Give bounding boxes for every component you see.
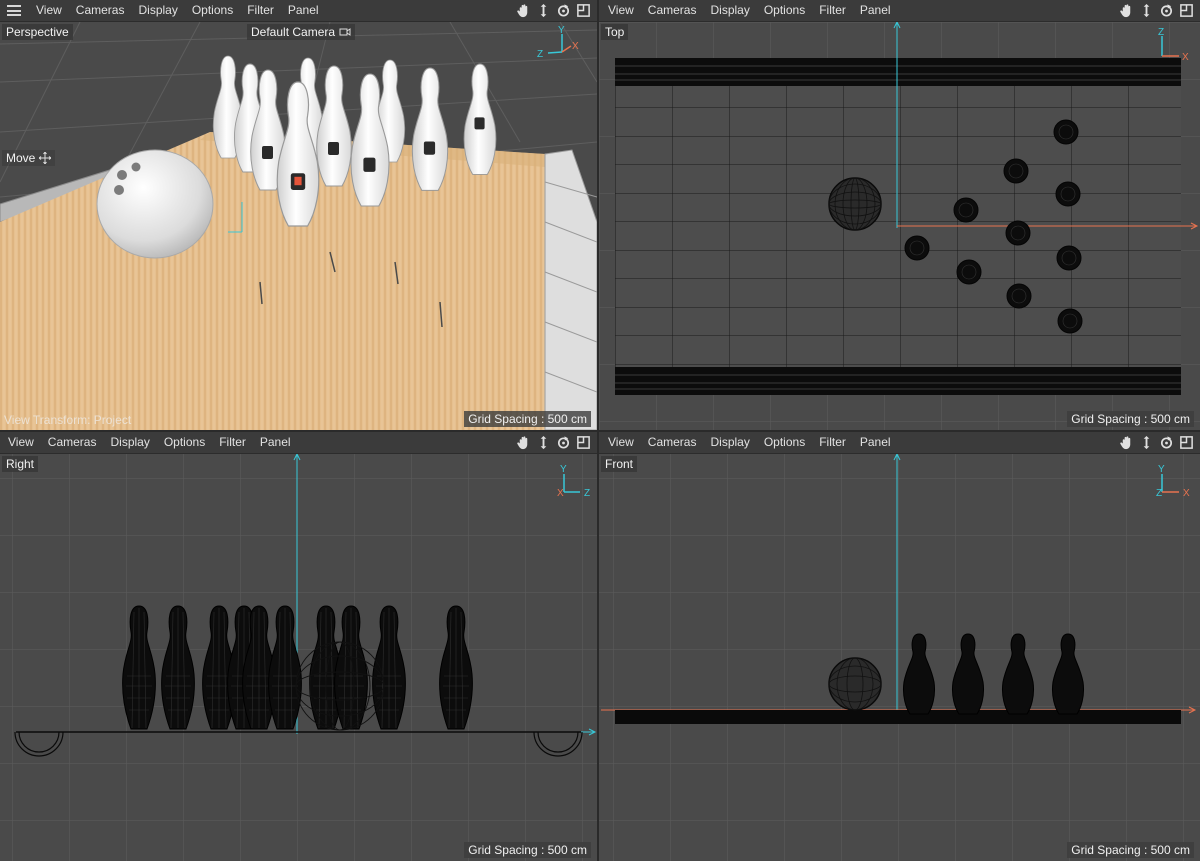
viewport-top[interactable]: View Cameras Display Options Filter Pane… [599,0,1200,430]
grid-spacing-label: Grid Spacing : 500 cm [1067,411,1194,427]
viewport-menubar: View Cameras Display Options Filter Pane… [599,0,1200,22]
move-tool-icon [39,152,52,164]
bowling-ball [96,149,214,259]
ball-wireframe [828,177,882,231]
maximize-icon[interactable] [576,435,591,450]
menu-view[interactable]: View [601,432,641,453]
front-scene: Y Z X [599,454,1200,861]
viewport-menubar: View Cameras Display Options Filter Pane… [599,432,1200,454]
hand-pan-icon[interactable] [516,3,531,18]
axis-x-label: X [1183,488,1190,499]
menu-cameras[interactable]: Cameras [41,432,104,453]
menu-filter[interactable]: Filter [212,432,253,453]
axis-y-label: Y [1158,464,1165,475]
viewport-menubar: View Cameras Display Options Filter Pane… [0,432,597,454]
perspective-canvas[interactable]: Y Z X [0,22,597,430]
menu-view[interactable]: View [29,0,69,21]
viewport-right[interactable]: View Cameras Display Options Filter Pane… [0,432,597,861]
menu-cameras[interactable]: Cameras [69,0,132,21]
move-arrows-icon[interactable] [536,435,551,450]
move-arrows-icon[interactable] [1139,435,1154,450]
camera-icon [339,28,351,36]
rotate-icon[interactable] [1159,435,1174,450]
menu-filter[interactable]: Filter [812,432,853,453]
axis-y-label: Y [558,25,565,36]
viewport-menubar: View Cameras Display Options Filter Pane… [0,0,597,22]
menu-display[interactable]: Display [703,432,756,453]
menu-panel[interactable]: Panel [281,0,326,21]
grid-spacing-label: Grid Spacing : 500 cm [464,842,591,858]
viewport-label-front: Front [601,456,638,472]
axis-x-label: X [557,488,564,499]
menu-view[interactable]: View [601,0,641,21]
menu-cameras[interactable]: Cameras [641,0,704,21]
menu-display[interactable]: Display [703,0,756,21]
right-canvas[interactable]: Y X Z [0,454,597,861]
front-canvas[interactable]: Y Z X [599,454,1200,861]
menu-filter[interactable]: Filter [812,0,853,21]
grid-spacing-label: Grid Spacing : 500 cm [1067,842,1194,858]
move-arrows-icon[interactable] [1139,3,1154,18]
rotate-icon[interactable] [556,3,571,18]
menu-options[interactable]: Options [757,0,812,21]
menu-options[interactable]: Options [757,432,812,453]
viewport-label-perspective: Perspective [2,24,73,40]
right-scene: Y X Z [0,454,597,861]
menu-panel[interactable]: Panel [853,432,898,453]
top-scene: Z X [599,22,1200,430]
move-arrows-icon[interactable] [536,3,551,18]
hand-pan-icon[interactable] [1119,3,1134,18]
menu-options[interactable]: Options [185,0,240,21]
axis-z-label: Z [1158,27,1164,38]
maximize-icon[interactable] [1179,3,1194,18]
menu-panel[interactable]: Panel [253,432,298,453]
hamburger-menu-icon[interactable] [7,5,21,16]
viewport-front[interactable]: View Cameras Display Options Filter Pane… [599,432,1200,861]
ball-front-wireframe [828,657,882,711]
axis-x-label: X [1182,52,1189,63]
menu-view[interactable]: View [1,432,41,453]
menu-display[interactable]: Display [131,0,184,21]
rotate-icon[interactable] [556,435,571,450]
menu-display[interactable]: Display [103,432,156,453]
grid-spacing-label: Grid Spacing : 500 cm [464,411,591,427]
top-canvas[interactable]: Z X [599,22,1200,430]
camera-selector[interactable]: Default Camera [247,24,356,40]
viewport-label-right: Right [2,456,39,472]
camera-name: Default Camera [251,25,336,39]
menu-filter[interactable]: Filter [240,0,281,21]
menu-panel[interactable]: Panel [853,0,898,21]
active-tool-label: Move [2,150,56,166]
menu-cameras[interactable]: Cameras [641,432,704,453]
maximize-icon[interactable] [576,3,591,18]
axis-z-label: Z [1156,488,1162,499]
active-tool-name: Move [6,151,36,165]
menu-options[interactable]: Options [157,432,212,453]
view-transform-label: View Transform: Project [4,413,132,427]
maximize-icon[interactable] [1179,435,1194,450]
viewport-label-top: Top [601,24,629,40]
axis-z-label: Z [537,49,543,60]
viewport-perspective[interactable]: View Cameras Display Options Filter Pane… [0,0,597,430]
hand-pan-icon[interactable] [516,435,531,450]
hand-pan-icon[interactable] [1119,435,1134,450]
rotate-icon[interactable] [1159,3,1174,18]
perspective-scene: Y Z X [0,22,597,430]
axis-x-label: X [572,41,579,52]
axis-z-label: Z [584,488,590,499]
axis-y-label: Y [560,464,567,475]
